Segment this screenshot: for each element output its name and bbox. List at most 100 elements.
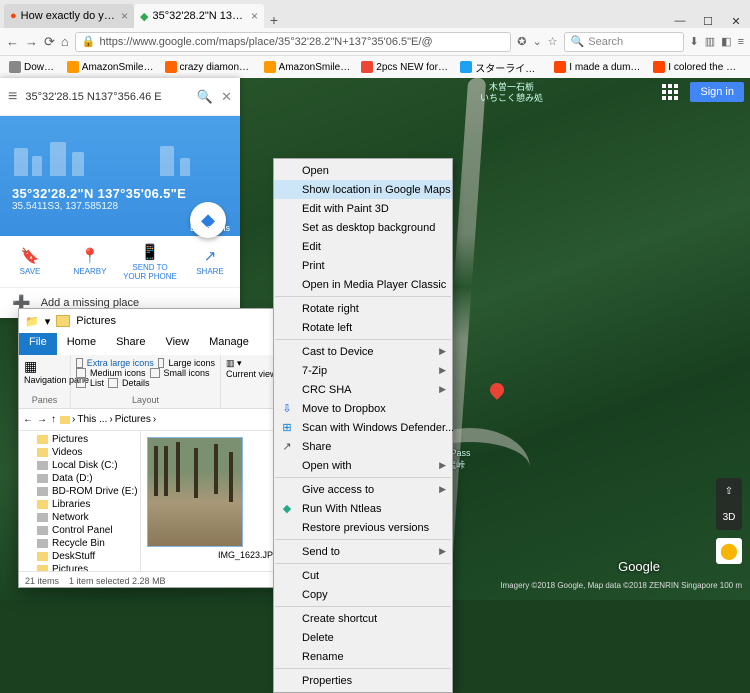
- ribbon-tab-view[interactable]: View: [155, 333, 199, 355]
- maps-search-input[interactable]: 35°32'28.15 N137°356.46 E: [25, 91, 189, 103]
- close-icon[interactable]: ×: [121, 9, 128, 23]
- up-button[interactable]: ↑: [51, 414, 56, 425]
- menu-item[interactable]: Cut: [274, 566, 452, 585]
- menu-item[interactable]: Delete: [274, 628, 452, 647]
- signin-button[interactable]: Sign in: [690, 82, 744, 102]
- 3d-toggle[interactable]: 3D: [723, 512, 736, 523]
- menu-item[interactable]: Open: [274, 161, 452, 180]
- menu-item[interactable]: Send to▶: [274, 542, 452, 561]
- pegman-icon[interactable]: ⬤: [716, 538, 742, 564]
- bookmark-item[interactable]: crazy diamond, higash...: [162, 61, 257, 73]
- library-icon[interactable]: ▥: [705, 35, 715, 48]
- compass-icon[interactable]: ⇧: [725, 486, 733, 497]
- tree-item[interactable]: Libraries: [19, 498, 140, 511]
- browser-tab[interactable]: ◆ 35°32'28.2"N 137°35'06.5"E - G... ×: [134, 4, 264, 28]
- map-3d-control[interactable]: ⇧ 3D: [716, 478, 742, 530]
- apps-icon[interactable]: [662, 84, 680, 102]
- view-list-icon[interactable]: [76, 378, 86, 388]
- view-details-icon[interactable]: [108, 378, 118, 388]
- tree-item[interactable]: Recycle Bin: [19, 537, 140, 550]
- menu-icon[interactable]: ≡: [8, 88, 17, 106]
- menu-item[interactable]: ⊞Scan with Windows Defender...: [274, 418, 452, 437]
- menu-item[interactable]: Cast to Device▶: [274, 342, 452, 361]
- breadcrumb[interactable]: › This ... › Pictures ›: [60, 414, 156, 425]
- ribbon-tab-share[interactable]: Share: [106, 333, 155, 355]
- close-icon[interactable]: ×: [251, 9, 258, 23]
- save-button[interactable]: 🔖SAVE: [0, 236, 60, 287]
- bookmark-item[interactable]: I colored the sketch I ...: [650, 61, 744, 73]
- bookmark-item[interactable]: スターライトステー...: [457, 60, 547, 75]
- tree-item[interactable]: Pictures: [19, 563, 140, 571]
- view-xl-icon[interactable]: [76, 358, 83, 368]
- menu-item[interactable]: Open with▶: [274, 456, 452, 475]
- menu-item[interactable]: Show location in Google Maps: [274, 180, 452, 199]
- menu-item[interactable]: Restore previous versions: [274, 518, 452, 537]
- back-button[interactable]: ←: [23, 414, 33, 425]
- bookmark-item[interactable]: Downloads: [6, 61, 60, 73]
- pocket-icon[interactable]: ⌄: [532, 35, 541, 48]
- bookmark-item[interactable]: I made a dumb little di...: [551, 61, 646, 73]
- search-input[interactable]: 🔍 Search: [564, 32, 684, 52]
- menu-item[interactable]: ⇩Move to Dropbox: [274, 399, 452, 418]
- home-button[interactable]: ⌂: [61, 34, 69, 49]
- tree-item[interactable]: Control Panel: [19, 524, 140, 537]
- sort-button[interactable]: ▥ ▾: [226, 358, 275, 369]
- tree-item[interactable]: Network: [19, 511, 140, 524]
- menu-item[interactable]: Rotate left: [274, 318, 452, 337]
- menu-item[interactable]: Open in Media Player Classic: [274, 275, 452, 294]
- menu-icon[interactable]: ≡: [738, 36, 744, 48]
- bookmark-item[interactable]: 2pcs NEW for XBOX 36...: [358, 61, 453, 73]
- nearby-button[interactable]: 📍NEARBY: [60, 236, 120, 287]
- view-sm-icon[interactable]: [150, 368, 160, 378]
- menu-item[interactable]: Set as desktop background: [274, 218, 452, 237]
- bookmark-item[interactable]: AmazonSmile: Steins...: [64, 61, 158, 73]
- nav-pane-button[interactable]: ▦: [24, 358, 65, 375]
- clear-icon[interactable]: ✕: [221, 89, 232, 105]
- ribbon-tab-home[interactable]: Home: [57, 333, 106, 355]
- share-button[interactable]: ↗SHARE: [180, 236, 240, 287]
- forward-button[interactable]: →: [25, 34, 38, 49]
- menu-item[interactable]: Edit with Paint 3D: [274, 199, 452, 218]
- menu-item[interactable]: 7-Zip▶: [274, 361, 452, 380]
- menu-item[interactable]: Create shortcut: [274, 609, 452, 628]
- ribbon-tab-file[interactable]: File: [19, 333, 57, 355]
- url-input[interactable]: 🔒 https://www.google.com/maps/place/35°3…: [75, 32, 511, 52]
- menu-item[interactable]: ◆Run With Ntleas: [274, 499, 452, 518]
- tree-item[interactable]: Local Disk (C:): [19, 459, 140, 472]
- menu-item[interactable]: CRC SHA▶: [274, 380, 452, 399]
- downloads-icon[interactable]: ⬇: [690, 35, 699, 48]
- bookmark-item[interactable]: AmazonSmile: Steins...: [261, 61, 355, 73]
- menu-item[interactable]: Give access to▶: [274, 480, 452, 499]
- forward-button[interactable]: →: [37, 414, 47, 425]
- tree-item[interactable]: BD-ROM Drive (E:): [19, 485, 140, 498]
- reload-button[interactable]: ⟳: [44, 34, 55, 50]
- view-lg-icon[interactable]: [158, 358, 165, 368]
- new-tab-button[interactable]: +: [264, 12, 284, 28]
- reader-icon[interactable]: ✪: [517, 35, 526, 48]
- menu-item[interactable]: Print: [274, 256, 452, 275]
- search-icon[interactable]: 🔍: [197, 89, 213, 105]
- tree-item[interactable]: DeskStuff: [19, 550, 140, 563]
- tree-item[interactable]: Data (D:): [19, 472, 140, 485]
- map-marker-icon[interactable]: [487, 380, 507, 400]
- file-thumbnail[interactable]: [147, 437, 243, 547]
- sidebar-icon[interactable]: ◧: [721, 35, 731, 48]
- explorer-tree[interactable]: PicturesVideosLocal Disk (C:)Data (D:)BD…: [19, 431, 141, 571]
- menu-item[interactable]: Rename: [274, 647, 452, 666]
- view-md-icon[interactable]: [76, 368, 86, 378]
- bookmark-icon[interactable]: ☆: [548, 35, 558, 48]
- tree-item[interactable]: Videos: [19, 446, 140, 459]
- back-button[interactable]: ←: [6, 34, 19, 49]
- minimize-button[interactable]: —: [666, 15, 694, 28]
- ribbon-tab-manage[interactable]: Manage: [199, 333, 259, 355]
- browser-tab[interactable]: ● How exactly do you unlock t... ×: [4, 4, 134, 28]
- menu-item[interactable]: Properties: [274, 671, 452, 690]
- menu-item[interactable]: Edit: [274, 237, 452, 256]
- menu-item[interactable]: Rotate right: [274, 299, 452, 318]
- tree-item[interactable]: Pictures: [19, 433, 140, 446]
- menu-item[interactable]: ↗Share: [274, 437, 452, 456]
- close-button[interactable]: ✕: [722, 15, 750, 28]
- menu-item[interactable]: Copy: [274, 585, 452, 604]
- maximize-button[interactable]: ☐: [694, 15, 722, 28]
- send-to-phone-button[interactable]: 📱SEND TO YOUR PHONE: [120, 236, 180, 287]
